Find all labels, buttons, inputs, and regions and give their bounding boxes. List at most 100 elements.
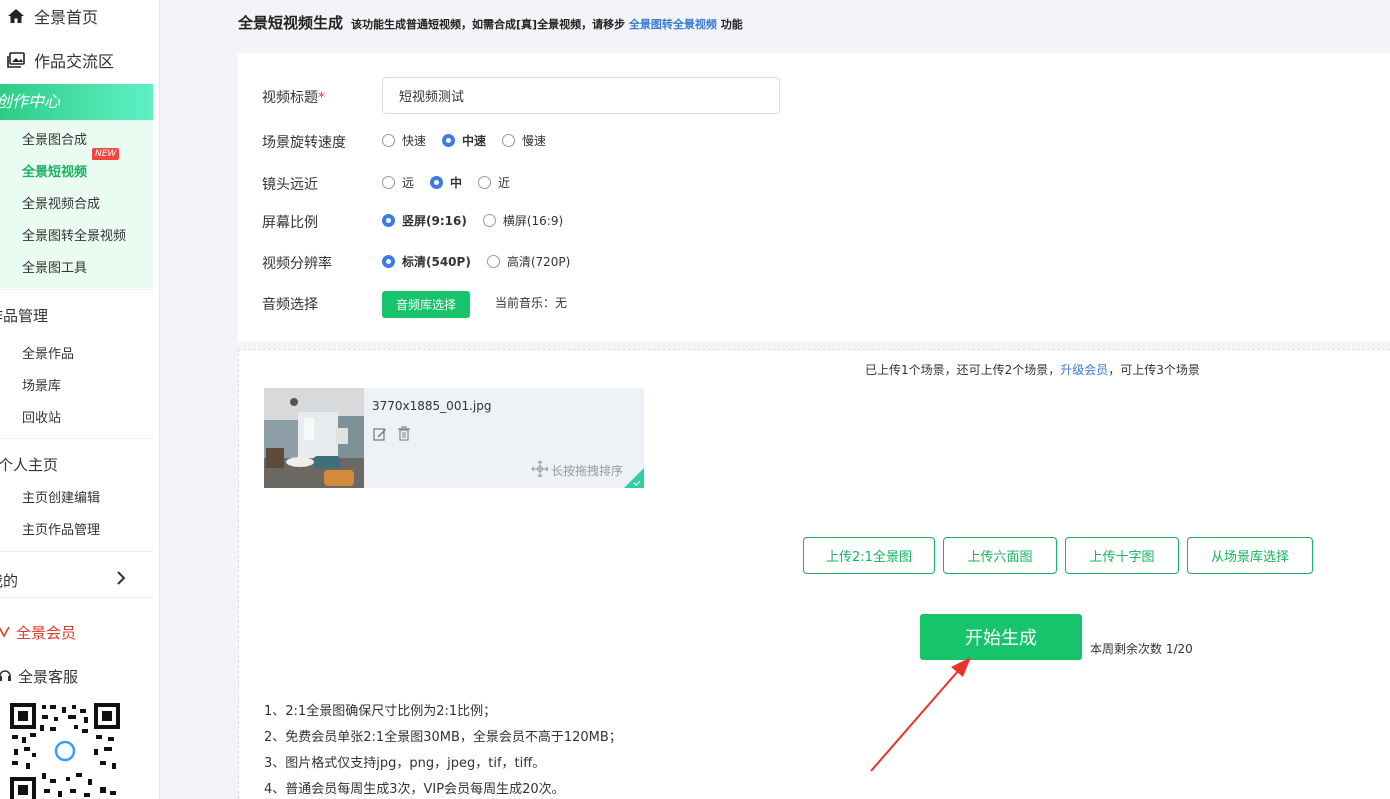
note-line: 1、2:1全景图确保尺寸比例为2:1比例； — [264, 704, 497, 719]
upload-quota: 已上传1个场景，还可上传2个场景，升级会员，可上传3个场景 — [865, 361, 1200, 378]
selected-check-icon — [624, 468, 644, 488]
page-desc-suffix: 功能 — [720, 18, 743, 31]
divider — [0, 551, 153, 552]
distance-radio-group: 远 中 近 — [382, 174, 526, 191]
distance-near-radio[interactable]: 近 — [478, 174, 510, 191]
nav-community[interactable]: 作品交流区 — [6, 48, 114, 72]
edit-icon[interactable] — [373, 427, 387, 445]
section-creation-center-label: 创作中心 — [0, 92, 61, 111]
quota-prefix: 已上传1个场景，还可上传2个场景， — [865, 363, 1061, 377]
sidebar-item-short-video[interactable]: 全景短视频 — [22, 161, 87, 180]
service-icon — [0, 667, 12, 687]
resolution-720p-radio[interactable]: 高清(720P) — [486, 253, 571, 270]
sidebar-item-panorama-compose[interactable]: 全景图合成 — [22, 129, 87, 148]
ratio-landscape-radio[interactable]: 横屏(16:9) — [482, 212, 564, 229]
ratio-label: 屏幕比例 — [262, 215, 318, 231]
sidebar-item-scene-library[interactable]: 场景库 — [22, 375, 61, 394]
radio-dot — [382, 176, 395, 189]
sidebar: 全景首页 作品交流区 创作中心 全景图合成 全景短视频 NEW 全景视频合成 全… — [0, 0, 160, 799]
radio-label: 快速 — [402, 134, 427, 148]
radio-dot — [382, 214, 395, 227]
drag-handle-icon — [531, 460, 549, 481]
radio-label: 高清(720P) — [506, 255, 571, 269]
note-line: 4、普通会员每周生成3次，VIP会员每周生成20次。 — [264, 782, 565, 797]
home-icon — [6, 6, 26, 26]
upload-cube-button[interactable]: 上传六面图 — [943, 537, 1057, 574]
speed-medium-radio[interactable]: 中速 — [442, 132, 486, 149]
radio-dot — [430, 176, 444, 189]
section-mine[interactable]: 我的 — [0, 570, 18, 591]
drag-hint-text: 长按拖拽排序 — [551, 464, 624, 478]
gallery-icon — [6, 50, 26, 70]
video-title-input[interactable] — [382, 77, 780, 114]
trash-icon[interactable] — [397, 426, 411, 445]
distance-label: 镜头远近 — [262, 177, 318, 193]
scene-card[interactable]: 3770x1885_001.jpg 长按拖拽排序 — [264, 388, 644, 488]
image-to-video-link[interactable]: 全景图转全景视频 — [629, 18, 717, 31]
sidebar-item-works[interactable]: 全景作品 — [22, 343, 74, 362]
drag-sort-hint[interactable]: 长按拖拽排序 — [531, 460, 623, 481]
title-label-text: 视频标题 — [262, 90, 318, 106]
nav-vip[interactable]: 全景会员 — [0, 622, 76, 643]
sidebar-item-recycle-bin[interactable]: 回收站 — [22, 407, 61, 426]
nav-service-label: 全景客服 — [18, 668, 79, 686]
page-title: 全景短视频生成 — [238, 14, 344, 32]
speed-radio-group: 快速 中速 慢速 — [382, 132, 562, 149]
remaining-count: 本周剩余次数 1/20 — [1090, 642, 1193, 656]
page-desc-prefix: 该功能生成普通短视频，如需合成[真]全景视频，请移步 — [351, 18, 626, 31]
nav-home[interactable]: 全景首页 — [6, 4, 98, 28]
radio-dot — [382, 134, 395, 147]
distance-far-radio[interactable]: 远 — [382, 174, 414, 191]
red-arrow-annotation — [870, 657, 971, 772]
page-header: 全景短视频生成 该功能生成普通短视频，如需合成[真]全景视频，请移步 全景图转全… — [238, 12, 743, 33]
upload-notes: 1、2:1全景图确保尺寸比例为2:1比例； 2、免费会员单张2:1全景图30MB… — [264, 699, 622, 799]
qr-code — [10, 703, 120, 799]
radio-label: 横屏(16:9) — [502, 214, 564, 228]
radio-dot — [482, 214, 496, 227]
nav-home-label: 全景首页 — [34, 8, 99, 27]
radio-dot — [478, 176, 492, 189]
divider — [0, 597, 153, 598]
nav-service[interactable]: 全景客服 — [0, 666, 78, 687]
radio-dot — [502, 134, 516, 147]
radio-dot — [486, 255, 500, 268]
start-generate-button[interactable]: 开始生成 — [920, 614, 1082, 660]
sidebar-item-homepage-works[interactable]: 主页作品管理 — [22, 519, 100, 538]
note-line: 3、图片格式仅支持jpg，png，jpeg，tif，tiff。 — [264, 756, 546, 771]
speed-slow-radio[interactable]: 慢速 — [502, 132, 546, 149]
sidebar-item-homepage-edit[interactable]: 主页创建编辑 — [22, 487, 100, 506]
settings-panel: 视频标题* 场景旋转速度 快速 中速 慢速 镜头远近 远 中 近 屏幕比例 竖屏… — [238, 53, 1390, 342]
upload-2to1-button[interactable]: 上传2:1全景图 — [803, 537, 935, 574]
radio-label: 标清(540P) — [402, 255, 471, 269]
sidebar-item-image-to-video[interactable]: 全景图转全景视频 — [22, 225, 126, 244]
section-works[interactable]: 作品管理 — [0, 305, 48, 326]
radio-label: 中速 — [462, 134, 487, 148]
speed-fast-radio[interactable]: 快速 — [382, 132, 426, 149]
scene-filename: 3770x1885_001.jpg — [372, 399, 492, 413]
new-badge: NEW — [92, 148, 120, 160]
distance-medium-radio[interactable]: 中 — [430, 174, 462, 191]
audio-label: 音频选择 — [262, 297, 318, 313]
sidebar-item-video-compose[interactable]: 全景视频合成 — [22, 193, 100, 212]
note-line: 2、免费会员单张2:1全景图30MB，全景会员不高于120MB； — [264, 730, 622, 745]
title-label: 视频标题* — [262, 87, 325, 107]
radio-label: 远 — [402, 176, 415, 190]
radio-label: 竖屏(9:16) — [402, 214, 467, 228]
radio-label: 慢速 — [522, 134, 547, 148]
vip-icon — [0, 624, 10, 642]
quota-suffix: ，可上传3个场景 — [1108, 363, 1200, 377]
chevron-right-icon — [116, 570, 126, 589]
sidebar-item-panorama-tools[interactable]: 全景图工具 — [22, 257, 87, 276]
radio-label: 中 — [450, 176, 463, 190]
section-creation-center[interactable]: 创作中心 — [0, 84, 153, 120]
resolution-540p-radio[interactable]: 标清(540P) — [382, 253, 471, 270]
upload-cross-button[interactable]: 上传十字图 — [1065, 537, 1179, 574]
ratio-portrait-radio[interactable]: 竖屏(9:16) — [382, 212, 467, 229]
current-music-text: 当前音乐：无 — [495, 296, 568, 310]
radio-label: 近 — [498, 176, 511, 190]
section-personal[interactable]: 个人主页 — [0, 454, 58, 475]
ratio-radio-group: 竖屏(9:16) 横屏(16:9) — [382, 212, 579, 229]
select-from-library-button[interactable]: 从场景库选择 — [1187, 537, 1313, 574]
upgrade-vip-link[interactable]: 升级会员 — [1060, 363, 1108, 377]
audio-library-button[interactable]: 音频库选择 — [382, 291, 470, 318]
